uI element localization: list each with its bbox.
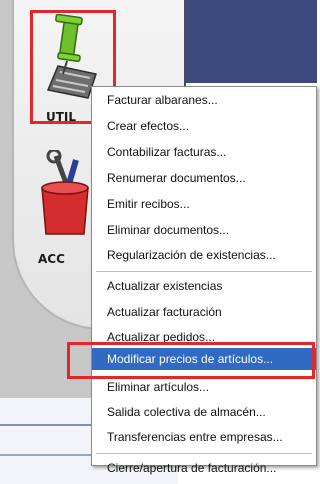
context-menu: Facturar albaranes... Crear efectos... C… (91, 86, 317, 475)
menu-item-cierre-apertura[interactable]: Cierre/apertura de facturación... (92, 457, 316, 479)
menu-item-emitir-recibos[interactable]: Emitir recibos... (92, 193, 316, 215)
accessories-launcher[interactable]: ACC (36, 148, 96, 270)
menu-item-transferencias-empresas[interactable]: Transferencias entre empresas... (92, 426, 316, 448)
header-strip (178, 0, 317, 83)
menu-separator (96, 453, 312, 454)
menu-item-eliminar-articulos[interactable]: Eliminar artículos... (92, 376, 316, 398)
menu-item-facturar-albaranes[interactable]: Facturar albaranes... (92, 89, 316, 111)
menu-item-renumerar-documentos[interactable]: Renumerar documentos... (92, 167, 316, 189)
selection-highlight-box (67, 342, 315, 379)
menu-item-contabilizar-facturas[interactable]: Contabilizar facturas... (92, 141, 316, 163)
acc-label: ACC (38, 252, 65, 266)
menu-item-actualizar-facturacion[interactable]: Actualizar facturación (92, 301, 316, 323)
menu-item-regularizacion-existencias[interactable]: Regularización de existencias... (92, 244, 316, 266)
tool-bucket-icon (41, 148, 89, 235)
menu-item-eliminar-documentos[interactable]: Eliminar documentos... (92, 219, 316, 241)
menu-separator (96, 271, 312, 272)
menu-item-actualizar-existencias[interactable]: Actualizar existencias (92, 275, 316, 297)
menu-item-crear-efectos[interactable]: Crear efectos... (92, 115, 316, 137)
menu-item-salida-colectiva[interactable]: Salida colectiva de almacén... (92, 401, 316, 423)
